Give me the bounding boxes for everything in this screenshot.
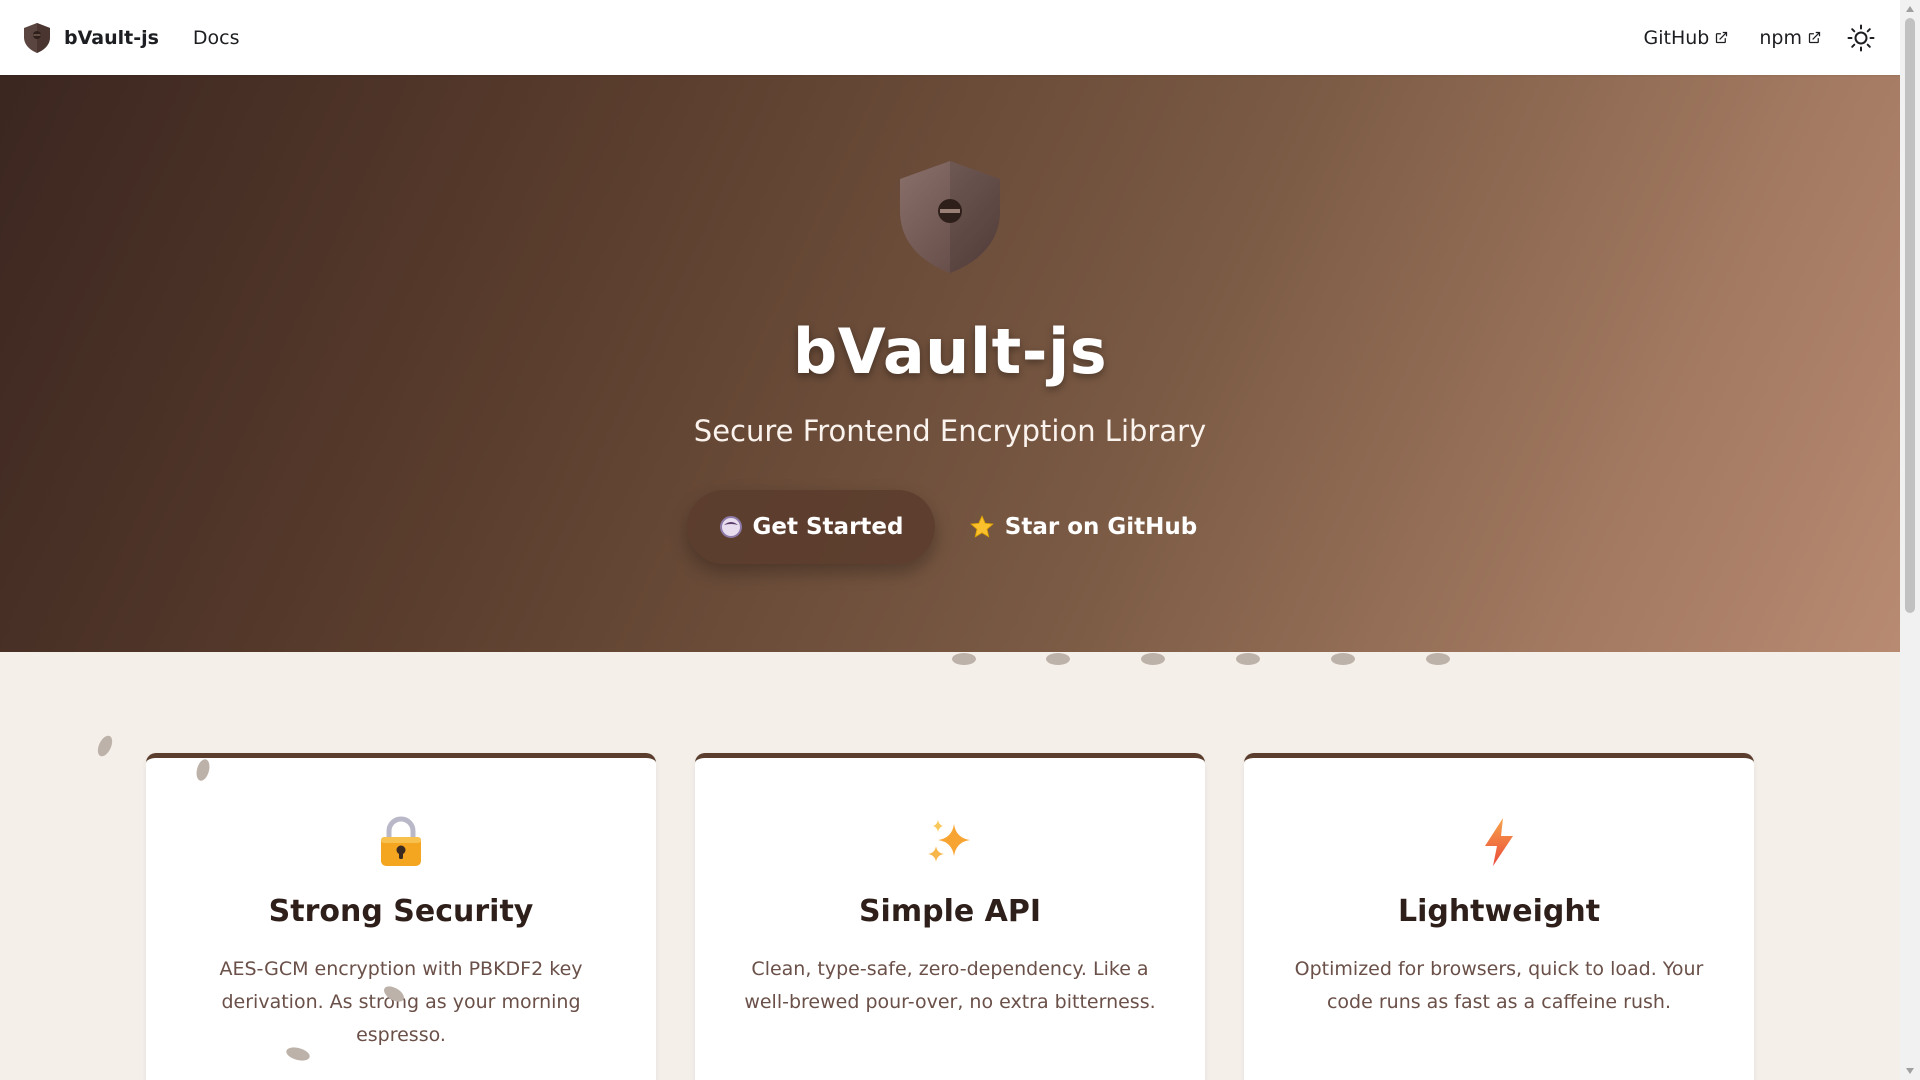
scroll-up-arrow-icon[interactable] [1900, 0, 1920, 18]
feature-card-simple-api: Simple API Clean, type-safe, zero-depend… [695, 753, 1205, 1080]
get-started-label: Get Started [752, 514, 904, 540]
nav-link-docs[interactable]: Docs [193, 27, 240, 49]
coffee-bean-icon [1426, 653, 1450, 665]
scrollbar-thumb[interactable] [1905, 18, 1915, 613]
get-started-button[interactable]: Get Started [687, 490, 935, 564]
brand-title: bVault-js [64, 26, 159, 49]
features-section: Strong Security AES-GCM encryption with … [146, 753, 1754, 1080]
scroll-down-arrow-icon[interactable] [1900, 1062, 1920, 1080]
sparkles-icon [924, 816, 976, 868]
feature-description: Optimized for browsers, quick to load. Y… [1294, 958, 1704, 1013]
lock-icon [375, 816, 427, 868]
brand-link[interactable]: bVault-js [22, 21, 159, 55]
feature-title: Simple API [858, 894, 1042, 929]
nav-link-github[interactable]: GitHub [1644, 27, 1730, 49]
coffee-bean-icon [1141, 653, 1165, 665]
theme-toggle-sun-icon[interactable] [1844, 21, 1878, 55]
hero-section: bVault-js Secure Frontend Encryption Lib… [0, 75, 1900, 652]
star-on-github-button[interactable]: Star on GitHub [953, 490, 1213, 564]
nav-link-npm[interactable]: npm [1759, 27, 1822, 49]
external-link-icon [1807, 30, 1822, 45]
coffee-bean-icon [952, 653, 976, 665]
external-link-icon [1714, 30, 1729, 45]
lightning-icon [1473, 816, 1525, 868]
feature-description: AES-GCM encryption with PBKDF2 key deriv… [219, 958, 583, 1046]
star-on-github-label: Star on GitHub [1004, 514, 1198, 540]
star-icon [969, 514, 995, 540]
feature-card-lightweight: Lightweight Optimized for browsers, quic… [1244, 753, 1754, 1080]
github-link-label: GitHub [1643, 26, 1710, 49]
coffee-bean-icon [1046, 653, 1070, 665]
feature-title: Strong Security [268, 894, 534, 929]
hero-title: bVault-js [792, 315, 1108, 388]
navbar: bVault-js Docs GitHub npm [0, 0, 1900, 75]
feature-title: Lightweight [1397, 894, 1601, 929]
page-scrollbar[interactable] [1900, 0, 1920, 1080]
feature-description: Clean, type-safe, zero-dependency. Like … [744, 958, 1156, 1013]
shield-logo-icon [22, 21, 52, 55]
feature-card-strong-security: Strong Security AES-GCM encryption with … [146, 753, 656, 1080]
coffee-bean-icon [94, 733, 116, 759]
npm-link-label: npm [1759, 26, 1802, 49]
coffee-bean-icon [1331, 653, 1355, 665]
coffee-bean-icon [1236, 653, 1260, 665]
hero-tagline: Secure Frontend Encryption Library [693, 414, 1207, 448]
coffee-cup-icon [719, 515, 743, 539]
shield-hero-icon [897, 159, 1003, 275]
